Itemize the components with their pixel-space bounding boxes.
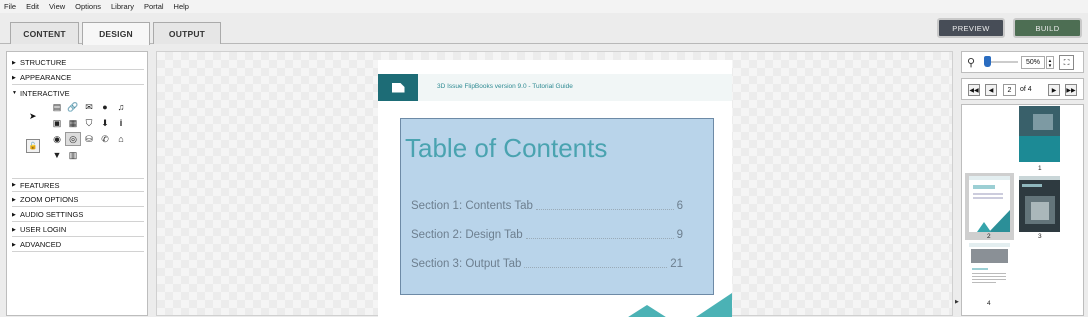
menu-file[interactable]: File [4, 2, 16, 11]
preview-button[interactable]: PREVIEW [937, 18, 1005, 38]
previous-page-button[interactable]: ◀ [985, 84, 997, 96]
next-page-button[interactable]: ▶ [1048, 84, 1060, 96]
shop-icon[interactable]: ⌂ [113, 132, 129, 146]
decorative-triangle [625, 305, 669, 317]
toc-entry: Section 2: Design Tab 9 [411, 229, 683, 241]
menu-edit[interactable]: Edit [26, 2, 39, 11]
lock-icon[interactable]: 🔓 [26, 139, 40, 153]
page-canvas[interactable]: 3D Issue FlipBooks version 9.0 - Tutoria… [156, 51, 953, 317]
last-page-button[interactable]: ▶▶ [1065, 84, 1077, 96]
section-appearance[interactable]: ▶ APPEARANCE [12, 71, 144, 85]
menu-portal[interactable]: Portal [144, 2, 164, 11]
menu-bar: File Edit View Options Library Portal He… [0, 0, 1088, 13]
page-header-title: 3D Issue FlipBooks version 9.0 - Tutoria… [437, 83, 573, 90]
vimeo-icon[interactable]: ◎ [65, 132, 81, 146]
comment-icon[interactable]: ▼ [49, 148, 65, 162]
section-structure[interactable]: ▶ STRUCTURE [12, 56, 144, 70]
page-thumbnail[interactable] [969, 243, 1010, 299]
phone-icon[interactable]: ✆ [97, 132, 113, 146]
tab-content[interactable]: CONTENT [10, 22, 79, 44]
zoom-value[interactable]: 50% [1021, 56, 1045, 69]
tab-design[interactable]: DESIGN [82, 22, 150, 45]
image-icon[interactable]: ▣ [49, 116, 65, 130]
logo-icon [378, 74, 418, 101]
page-navigator-panel: ⚲ 50% ▲ ▼ ⛶ ◀◀ ◀ 2 of 4 ▶ ▶▶ 1 2 3 4 [961, 51, 1085, 316]
youtube-icon[interactable]: ◉ [49, 132, 65, 146]
page-count-label: of 4 [1020, 86, 1032, 93]
database-icon[interactable]: ⛁ [81, 132, 97, 146]
chevron-right-icon: ▶ [12, 182, 16, 188]
toc-heading: Table of Contents [405, 133, 608, 163]
document-page[interactable]: 3D Issue FlipBooks version 9.0 - Tutoria… [378, 60, 732, 317]
page-number-input[interactable]: 2 [1003, 84, 1016, 96]
interactive-tools: ▤ 🔗 ✉ ● ♫ ▣ ▦ ⛉ ⬇ i ◉ ◎ ⛁ ✆ ⌂ ▼ ▥ [49, 99, 133, 163]
menu-library[interactable]: Library [111, 2, 134, 11]
menu-view[interactable]: View [49, 2, 65, 11]
magnifier-icon: ⚲ [967, 57, 976, 69]
link-icon[interactable]: 🔗 [65, 100, 81, 114]
zoom-stepper[interactable]: ▲ ▼ [1046, 56, 1054, 69]
chevron-down-icon: ▼ [12, 90, 17, 96]
page-thumbnail[interactable] [1019, 176, 1060, 232]
thumbnail-label: 4 [987, 300, 991, 307]
speech-bubble-icon[interactable]: ● [97, 100, 113, 114]
build-button[interactable]: BUILD [1013, 18, 1082, 38]
html5-icon[interactable]: ⛉ [81, 116, 97, 130]
section-user-login[interactable]: ▶ USER LOGIN [12, 223, 144, 237]
collapse-panel-icon[interactable]: ▶ [955, 299, 959, 305]
section-zoom-options[interactable]: ▶ ZOOM OPTIONS [12, 193, 144, 207]
section-audio-settings[interactable]: ▶ AUDIO SETTINGS [12, 208, 144, 222]
download-icon[interactable]: ⬇ [97, 116, 113, 130]
thumbnail-list: 1 2 3 4 [961, 104, 1084, 316]
thumbnail-label: 2 [987, 233, 991, 240]
thumbnail-label: 1 [1038, 165, 1042, 172]
zoom-slider[interactable] [984, 56, 1018, 67]
slideshow-icon[interactable]: ▥ [65, 148, 81, 162]
page-thumbnail[interactable] [969, 176, 1010, 232]
chevron-right-icon: ▶ [12, 241, 16, 248]
toc-entry: Section 1: Contents Tab 6 [411, 200, 683, 212]
decorative-shape [696, 293, 732, 317]
tabs-bar: CONTENT DESIGN OUTPUT PREVIEW BUILD [0, 13, 1088, 45]
chevron-right-icon: ▶ [12, 211, 16, 218]
thumbnail-label: 3 [1038, 233, 1042, 240]
page-icon[interactable]: ▤ [49, 100, 65, 114]
section-advanced[interactable]: ▶ ADVANCED [12, 238, 144, 252]
menu-options[interactable]: Options [75, 2, 101, 11]
first-page-button[interactable]: ◀◀ [968, 84, 980, 96]
email-icon[interactable]: ✉ [81, 100, 97, 114]
toc-link-area[interactable]: Table of Contents Section 1: Contents Ta… [400, 118, 714, 295]
zoom-slider-handle[interactable] [984, 56, 991, 67]
fit-to-page-icon[interactable]: ⛶ [1059, 55, 1074, 70]
music-note-icon[interactable]: ♫ [113, 100, 129, 114]
zoom-controls: ⚲ 50% ▲ ▼ ⛶ [961, 51, 1084, 73]
film-icon[interactable]: ▦ [65, 116, 81, 130]
page-navigation: ◀◀ ◀ 2 of 4 ▶ ▶▶ [961, 78, 1084, 100]
info-icon[interactable]: i [113, 116, 129, 130]
toc-entry: Section 3: Output Tab 21 [411, 258, 683, 270]
chevron-right-icon: ▶ [12, 74, 16, 81]
chevron-right-icon: ▶ [12, 59, 16, 66]
menu-help[interactable]: Help [174, 2, 189, 11]
section-interactive[interactable]: ▼ INTERACTIVE [12, 86, 144, 100]
pointer-cursor-icon[interactable]: ➤ [29, 111, 37, 122]
design-settings-panel: ▶ STRUCTURE ▶ APPEARANCE ▼ INTERACTIVE ➤ 🔓 … [6, 51, 148, 316]
page-thumbnail[interactable] [1019, 106, 1060, 162]
chevron-right-icon: ▶ [12, 226, 16, 233]
tab-output[interactable]: OUTPUT [153, 22, 221, 44]
chevron-right-icon: ▶ [12, 196, 16, 203]
section-features[interactable]: ▶ FEATURES [12, 178, 144, 192]
